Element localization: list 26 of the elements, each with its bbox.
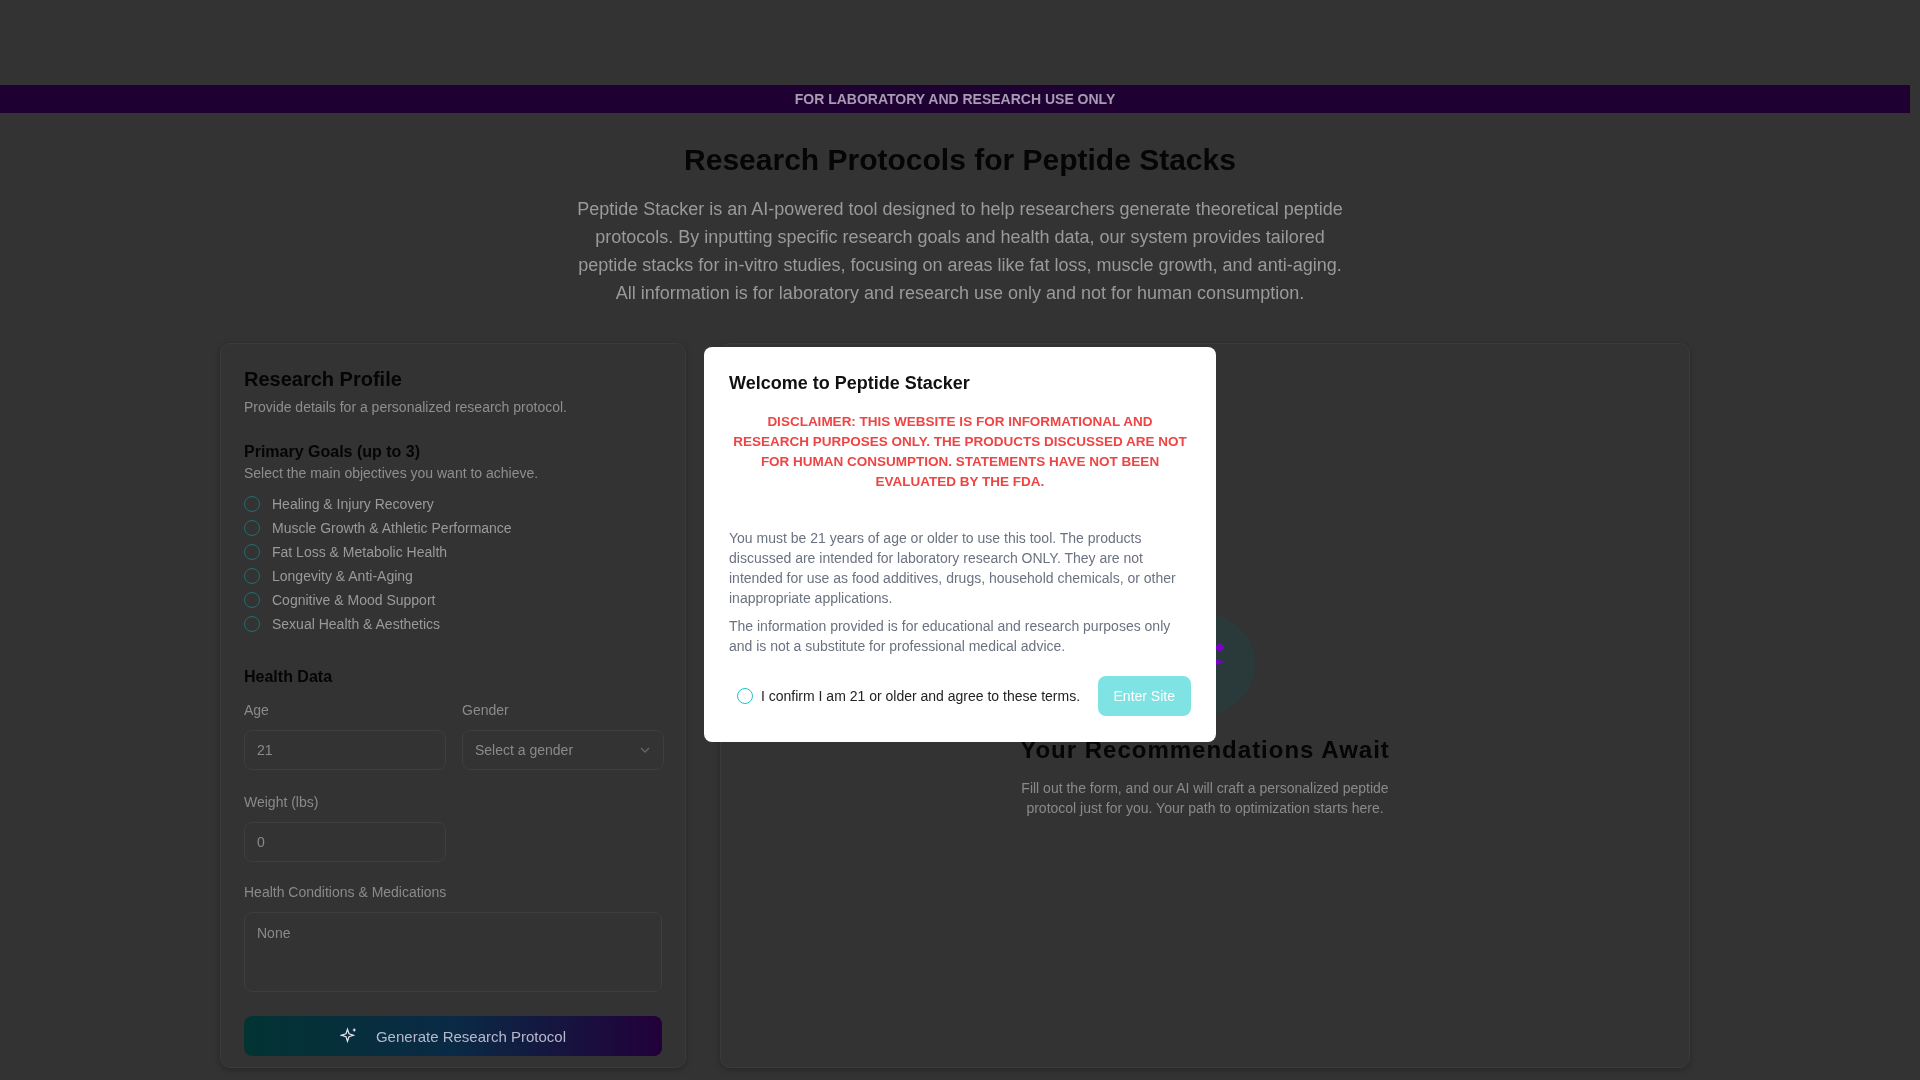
research-banner: FOR LABORATORY AND RESEARCH USE ONLY (0, 85, 1910, 113)
goal-label: Healing & Injury Recovery (272, 495, 434, 512)
card-subtitle: Provide details for a personalized research protocol. (244, 399, 568, 415)
field-label: Weight (lbs) (244, 794, 320, 810)
gender-select[interactable]: Select a gender (462, 730, 664, 770)
results-text: Fill out the form, and our AI will craft a personalized peptide protocol just for you. Your path to optimization starts here. (1020, 779, 1390, 818)
disclaimer-text: DISCLAIMER: THIS WEBSITE IS FOR INFORMATIONAL AND RESEARCH PURPOSES ONLY. THE PRODUCTS DISCUSSED ARE NOT FOR HUMAN CONSUMPTION. STATEMENTS HAVE NOT BEEN EVALUATED BY THE FDA. (732, 413, 1188, 491)
confirm-label: I confirm I am 21 or older and agree to these terms. (761, 688, 1081, 704)
field-label: Health Conditions & Medications (244, 884, 448, 900)
dialog-paragraph: You must be 21 years of age or older to use this tool. The products discussed are intended for laboratory research ONLY. They are not intended for use as food additives, drugs, household chemicals, or other inappropriate applications. (729, 529, 1177, 608)
goal-label: Cognitive & Mood Support (272, 591, 436, 608)
goal-label: Sexual Health & Aesthetics (272, 615, 441, 632)
generate-button[interactable]: Generate Research Protocol (244, 1016, 662, 1056)
field-label: Age (244, 702, 270, 718)
goal-label: Fat Loss & Metabolic Health (272, 543, 448, 560)
field-label: Gender (462, 702, 510, 718)
dialog-title: Welcome to Peptide Stacker (729, 373, 971, 394)
goal-label: Muscle Growth & Athletic Performance (272, 519, 512, 536)
age-field[interactable]: 21 (244, 730, 446, 770)
section-subtitle: Select the main objectives you want to achieve. (244, 465, 540, 481)
sparkles-icon (339, 1027, 358, 1045)
conditions-field[interactable]: None (244, 912, 662, 992)
page-description: Peptide Stacker is an AI-powered tool designed to help researchers generate theoretical peptide protocols. By inputting specific research goals and health data, our system provides tailored peptide stacks for in-vitro studies, focusing on areas like fat loss, muscle growth, and anti-aging. All information is for laboratory and research use only and not for human consumption. (576, 198, 1344, 305)
weight-field[interactable]: 0 (244, 822, 446, 862)
dialog-paragraph: The information provided is for educational and research purposes only and is not a substitute for professional medical advice. (729, 617, 1172, 656)
goal-label: Longevity & Anti-Aging (272, 567, 413, 584)
